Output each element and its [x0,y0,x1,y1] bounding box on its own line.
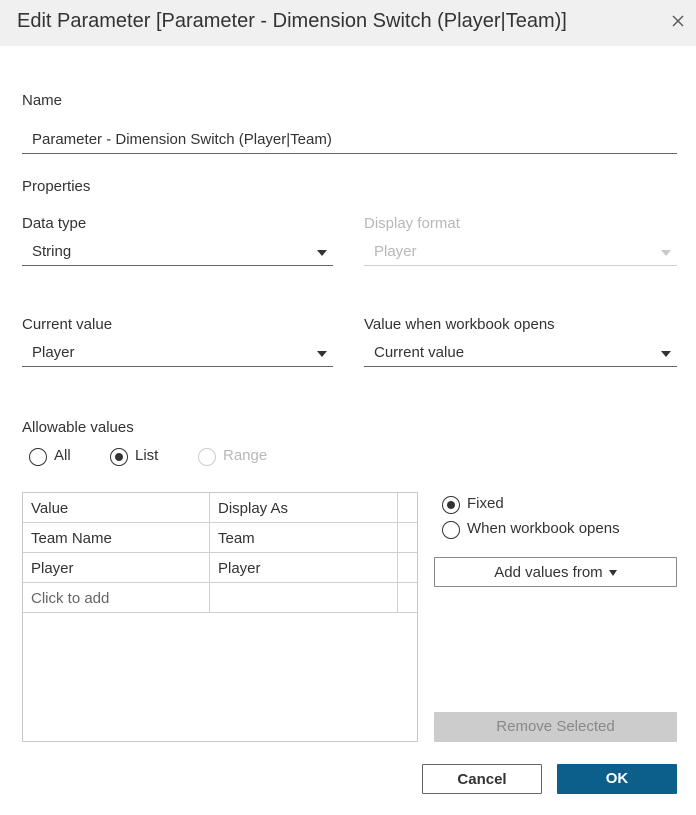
empty-display-cell[interactable] [210,583,397,613]
column-header-value: Value [31,500,69,517]
data-type-select[interactable]: String [22,238,333,266]
current-value-value: Player [32,344,75,361]
radio-fixed[interactable] [442,496,460,514]
current-value-select[interactable]: Player [22,339,333,367]
chevron-down-icon [317,351,327,357]
radio-fixed-label[interactable]: Fixed [467,495,504,512]
close-icon[interactable] [669,12,687,30]
remove-selected-button: Remove Selected [434,712,677,742]
cancel-button[interactable]: Cancel [422,764,542,794]
table-row-1-display[interactable]: Team [210,523,397,553]
list-values-grid[interactable]: Value Display As Team Name Team Player P… [22,492,418,742]
display-format-label: Display format [364,215,460,232]
radio-list-label[interactable]: List [135,447,158,464]
name-label: Name [22,92,63,109]
column-header-display-as: Display As [218,500,289,517]
chevron-down-icon [661,351,671,357]
name-input[interactable]: Parameter - Dimension Switch (Player|Tea… [22,126,677,154]
table-row-1-value[interactable]: Team Name [23,523,209,553]
chevron-down-icon [661,250,671,256]
table-row-2-display[interactable]: Player [210,553,397,583]
data-type-value: String [32,243,72,260]
radio-list[interactable] [110,448,128,466]
display-format-select: Player [364,238,677,266]
properties-heading: Properties [22,178,91,195]
ok-button[interactable]: OK [557,764,677,794]
radio-range [198,448,216,466]
radio-when-workbook-opens[interactable] [442,521,460,539]
dialog-titlebar: Edit Parameter [Parameter - Dimension Sw… [0,0,696,46]
radio-all-label[interactable]: All [54,447,71,464]
grid-divider [397,493,398,613]
remove-selected-label: Remove Selected [496,718,615,735]
table-row-2-value[interactable]: Player [23,553,209,583]
dialog-title: Edit Parameter [Parameter - Dimension Sw… [17,10,567,32]
add-values-from-button[interactable]: Add values from [434,557,677,587]
current-value-label: Current value [22,316,113,333]
value-when-opens-value: Current value [374,344,465,361]
click-to-add-cell[interactable]: Click to add [23,583,209,613]
radio-all[interactable] [29,448,47,466]
display-format-value: Player [374,243,417,260]
add-values-from-label: Add values from [494,564,603,581]
name-value: Parameter - Dimension Switch (Player|Tea… [32,131,332,148]
ok-label: OK [605,770,629,787]
radio-range-label: Range [223,447,268,464]
allowable-values-heading: Allowable values [22,419,134,436]
data-type-label: Data type [22,215,87,232]
value-when-opens-select[interactable]: Current value [364,339,677,367]
radio-when-workbook-opens-label[interactable]: When workbook opens [467,520,620,537]
caret-down-icon [608,570,617,577]
value-when-opens-label: Value when workbook opens [364,316,555,333]
cancel-label: Cancel [457,771,507,788]
chevron-down-icon [317,250,327,256]
